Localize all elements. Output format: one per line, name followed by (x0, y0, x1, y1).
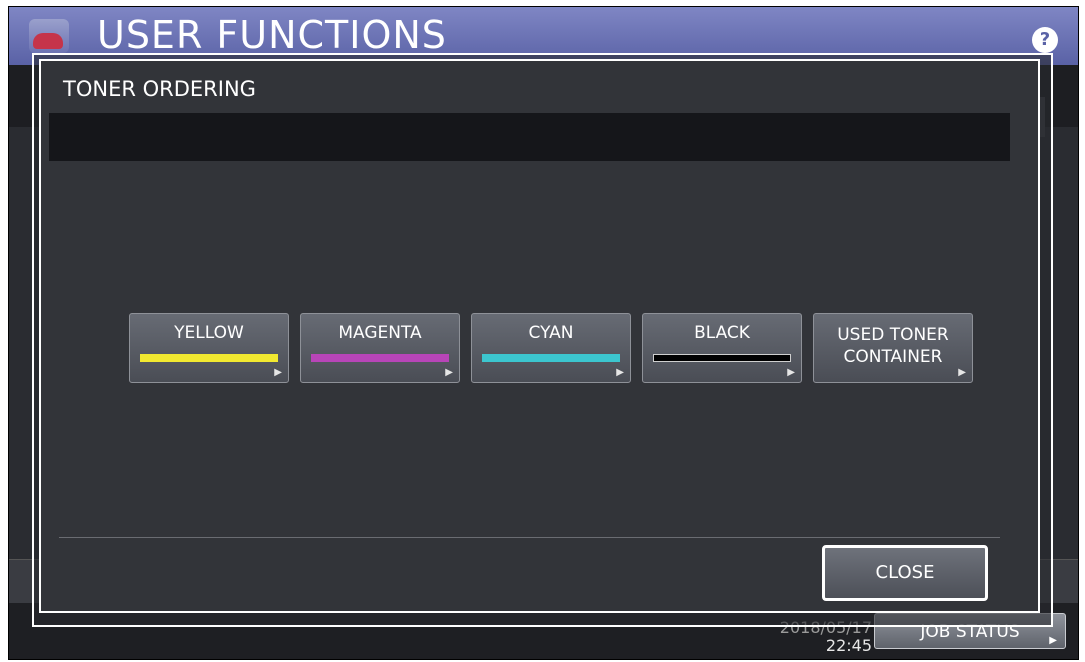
time-label: 22:45 (825, 636, 872, 655)
user-functions-icon (29, 19, 69, 53)
used-toner-container-button[interactable]: USED TONER CONTAINER ▶ (813, 313, 973, 383)
message-bar (49, 113, 1010, 161)
arrow-right-icon: ▶ (1049, 635, 1057, 646)
used-toner-line1: USED TONER (837, 325, 949, 345)
arrow-right-icon: ▶ (274, 367, 282, 378)
help-button[interactable]: ? (1032, 27, 1058, 53)
close-button[interactable]: CLOSE (822, 545, 988, 601)
used-toner-line2: CONTAINER (843, 347, 943, 367)
cyan-toner-button[interactable]: CYAN ▶ (471, 313, 631, 383)
arrow-right-icon: ▶ (616, 367, 624, 378)
cyan-swatch (482, 354, 620, 362)
app-title: USER FUNCTIONS (97, 13, 447, 57)
magenta-swatch (311, 354, 449, 362)
arrow-right-icon: ▶ (445, 367, 453, 378)
arrow-right-icon: ▶ (958, 367, 966, 378)
cyan-label: CYAN (528, 323, 574, 343)
black-label: BLACK (694, 323, 750, 343)
black-toner-button[interactable]: BLACK ▶ (642, 313, 802, 383)
yellow-toner-button[interactable]: YELLOW ▶ (129, 313, 289, 383)
toner-ordering-dialog: TONER ORDERING YELLOW ▶ MAGENTA ▶ CYAN ▶… (39, 59, 1040, 613)
dialog-title: TONER ORDERING (63, 77, 256, 101)
arrow-right-icon: ▶ (787, 367, 795, 378)
magenta-label: MAGENTA (338, 323, 422, 343)
used-toner-label: USED TONER CONTAINER (814, 324, 972, 368)
black-swatch (653, 354, 791, 362)
yellow-label: YELLOW (174, 323, 244, 343)
dialog-divider (59, 537, 1000, 538)
magenta-toner-button[interactable]: MAGENTA ▶ (300, 313, 460, 383)
yellow-swatch (140, 354, 278, 362)
screen: USER FUNCTIONS ? 2018/05/17 22:45 JOB ST… (8, 6, 1079, 660)
